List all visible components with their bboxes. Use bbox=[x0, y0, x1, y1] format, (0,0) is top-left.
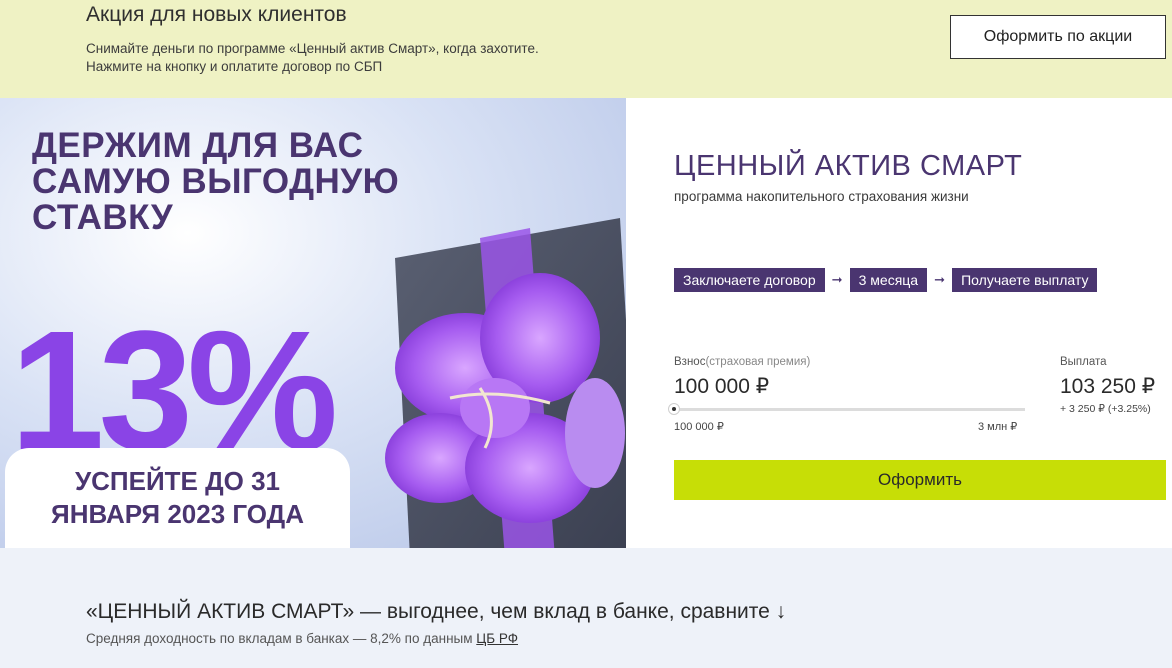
contribution-hint: (страховая премия) bbox=[705, 356, 811, 368]
promo-text-line: Нажмите на кнопку и оплатите договор по … bbox=[86, 59, 383, 74]
promo-title: Акция для новых клиентов bbox=[86, 3, 347, 26]
step-badge: Получаете выплату bbox=[952, 268, 1098, 292]
comparison-title: «ЦЕННЫЙ АКТИВ СМАРТ» — выгоднее, чем вкл… bbox=[86, 600, 787, 623]
gift-box-image bbox=[385, 218, 626, 548]
banner-headline-line: САМУЮ ВЫГОДНУЮ bbox=[32, 162, 400, 201]
payout-label: Выплата bbox=[1060, 356, 1107, 368]
arrow-right-icon: ➞ bbox=[934, 272, 946, 287]
promo-apply-button[interactable]: Оформить по акции bbox=[950, 15, 1166, 59]
comparison-note: Средняя доходность по вкладам в банках —… bbox=[86, 631, 518, 646]
step-badge: Заключаете договор bbox=[674, 268, 825, 292]
contribution-slider-track[interactable] bbox=[674, 408, 1025, 411]
promo-text-line: Снимайте деньги по программе «Ценный акт… bbox=[86, 41, 539, 56]
deadline-text: УСПЕЙТЕ ДО 31 ЯНВАРЯ 2023 ГОДА bbox=[51, 465, 304, 531]
contribution-slider-handle[interactable] bbox=[668, 403, 680, 415]
hero-banner: ДЕРЖИМ ДЛЯ ВАС САМУЮ ВЫГОДНУЮ СТАВКУ 13% bbox=[0, 98, 626, 548]
cbr-link[interactable]: ЦБ РФ bbox=[476, 631, 518, 646]
process-steps: Заключаете договор ➞ 3 месяца ➞ Получает… bbox=[674, 268, 1098, 292]
comparison-section: «ЦЕННЫЙ АКТИВ СМАРТ» — выгоднее, чем вкл… bbox=[0, 548, 1172, 668]
comparison-note-text: Средняя доходность по вкладам в банках —… bbox=[86, 631, 473, 646]
arrow-right-icon: ➞ bbox=[831, 272, 843, 287]
deadline-line: ЯНВАРЯ 2023 ГОДА bbox=[51, 499, 304, 529]
payout-diff: + 3 250 ₽ (+3.25%) bbox=[1060, 403, 1151, 415]
banner-headline-line: ДЕРЖИМ ДЛЯ ВАС bbox=[32, 126, 364, 165]
payout-value: 103 250 ₽ bbox=[1060, 375, 1156, 398]
calculator-card: ЦЕННЫЙ АКТИВ СМАРТ программа накопительн… bbox=[626, 98, 1172, 548]
banner-headline: ДЕРЖИМ ДЛЯ ВАС САМУЮ ВЫГОДНУЮ СТАВКУ bbox=[32, 128, 399, 236]
step-badge: 3 месяца bbox=[849, 268, 928, 292]
promo-text: Снимайте деньги по программе «Ценный акт… bbox=[86, 40, 686, 76]
product-title: ЦЕННЫЙ АКТИВ СМАРТ bbox=[674, 150, 1023, 182]
contribution-value[interactable]: 100 000 ₽ bbox=[674, 374, 769, 399]
banner-headline-line: СТАВКУ bbox=[32, 198, 174, 237]
deadline-line: УСПЕЙТЕ ДО 31 bbox=[74, 466, 280, 496]
apply-button[interactable]: Оформить bbox=[674, 460, 1166, 500]
slider-min-label: 100 000 ₽ bbox=[674, 421, 724, 433]
promo-banner: Акция для новых клиентов Снимайте деньги… bbox=[0, 0, 1172, 98]
contribution-label: Взнос(страховая премия) bbox=[674, 356, 810, 368]
slider-max-label: 3 млн ₽ bbox=[978, 421, 1018, 433]
contribution-label-text: Взнос bbox=[674, 356, 706, 368]
product-subtitle: программа накопительного страхования жиз… bbox=[674, 189, 969, 204]
deadline-card: УСПЕЙТЕ ДО 31 ЯНВАРЯ 2023 ГОДА bbox=[5, 448, 350, 548]
